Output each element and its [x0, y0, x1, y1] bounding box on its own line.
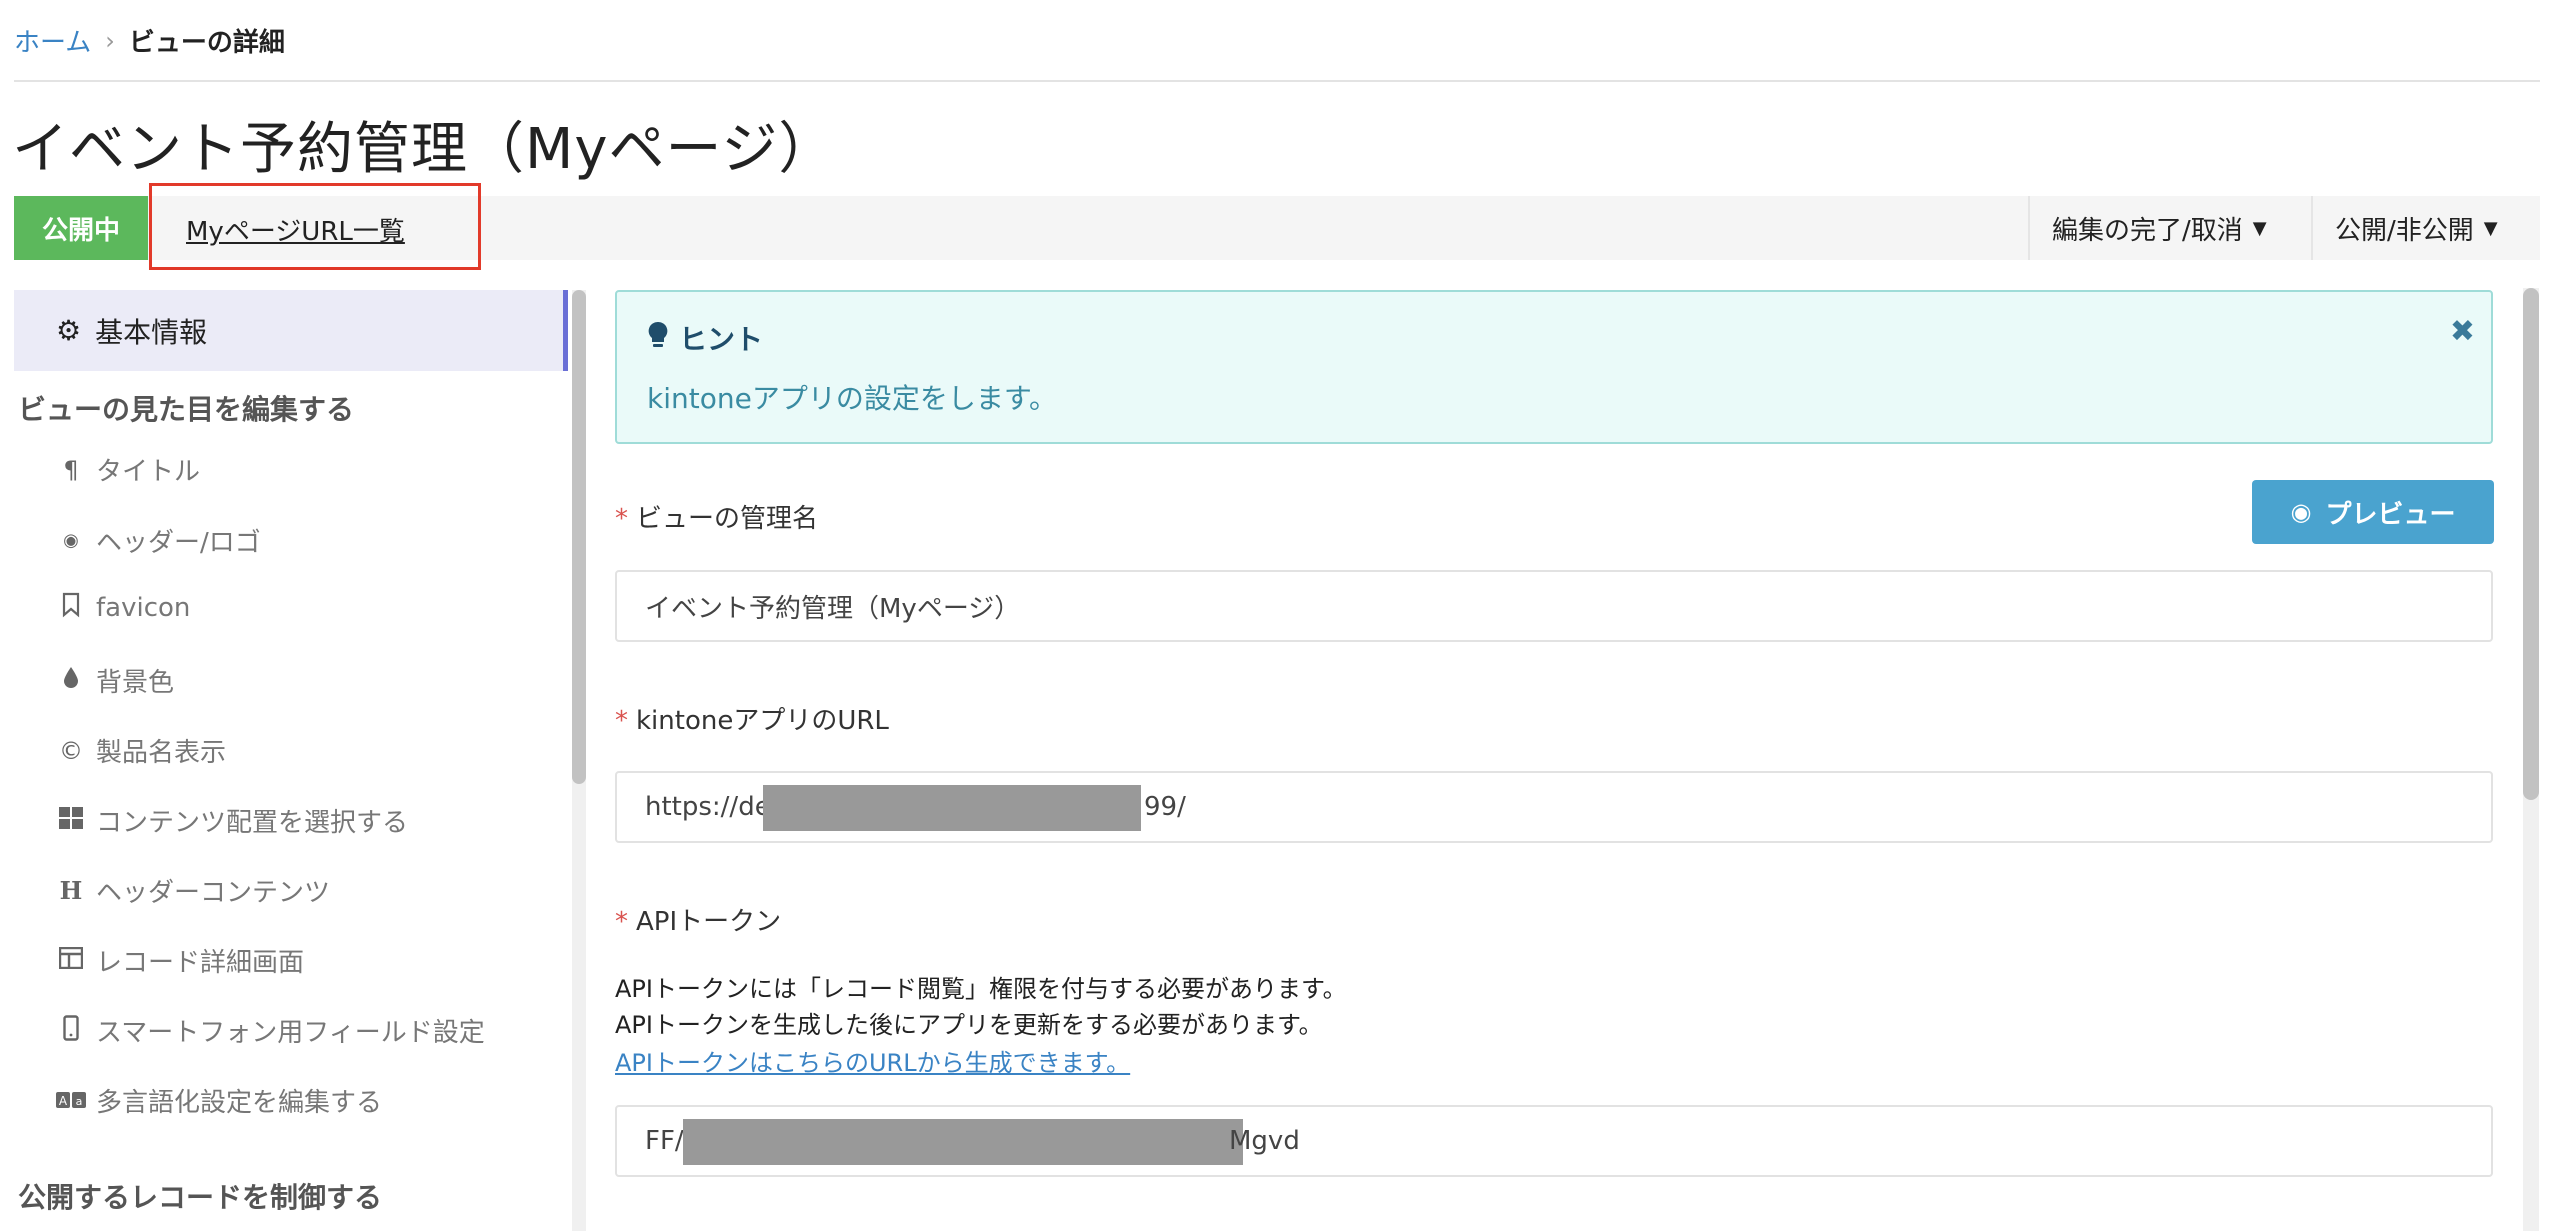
gear-icon: ⚙ — [56, 314, 82, 347]
sidebar-item-header-content[interactable]: H ヘッダーコンテンツ — [56, 872, 330, 909]
edit-complete-dropdown[interactable]: 編集の完了/取消 ▼ — [2028, 196, 2311, 260]
caret-down-icon: ▼ — [2252, 217, 2267, 239]
sidebar-item-product-name[interactable]: © 製品名表示 — [56, 732, 226, 769]
page-title: イベント予約管理（Myページ） — [12, 117, 836, 182]
breadcrumb-home-link[interactable]: ホーム — [14, 22, 91, 59]
settings-sidebar: ⚙ 基本情報 ビューの見た目を編集する ¶ タイトル ◉ ヘッダー/ロゴ fav… — [14, 290, 568, 1231]
bookmark-icon — [56, 592, 86, 624]
api-token-help-line2: APIトークンを生成した後にアプリを更新をする必要があります。 — [615, 1011, 1323, 1039]
sidebar-scrollbar[interactable] — [572, 290, 586, 1231]
api-token-value-start: FF/ — [645, 1126, 684, 1156]
edit-complete-dropdown-label: 編集の完了/取消 — [2052, 215, 2243, 246]
view-name-label: * ビューの管理名 — [615, 498, 818, 535]
main-scrollbar[interactable] — [2523, 288, 2539, 1231]
grid-icon — [56, 806, 86, 835]
breadcrumb-current: ビューの詳細 — [128, 28, 285, 58]
publish-toggle-dropdown[interactable]: 公開/非公開 ▼ — [2311, 196, 2540, 260]
sidebar-item-label: タイトル — [96, 457, 201, 487]
hint-text: kintoneアプリの設定をします。 — [647, 382, 1058, 415]
view-toolbar: 公開中 MyページURL一覧 編集の完了/取消 ▼ 公開/非公開 ▼ — [14, 196, 2540, 260]
sidebar-item-label: 製品名表示 — [96, 738, 227, 768]
copyright-icon: © — [59, 736, 83, 765]
app-url-label: * kintoneアプリのURL — [615, 700, 889, 737]
main-scrollbar-thumb[interactable] — [2523, 288, 2539, 800]
preview-button-label: プレビュー — [2325, 499, 2456, 530]
sidebar-item-favicon[interactable]: favicon — [56, 592, 190, 624]
sidebar-section-records: 公開するレコードを制御する — [18, 1181, 383, 1214]
view-name-label-text: ビューの管理名 — [636, 504, 819, 534]
publish-toggle-dropdown-label: 公開/非公開 — [2335, 215, 2474, 246]
sidebar-item-basic-info[interactable]: ⚙ 基本情報 — [14, 290, 568, 371]
header-divider — [14, 80, 2540, 82]
sidebar-item-label: コンテンツ配置を選択する — [96, 808, 409, 838]
sidebar-item-label: ヘッダー/ロゴ — [96, 528, 261, 558]
api-token-generate-link[interactable]: APIトークンはこちらのURLから生成できます。 — [615, 1043, 1130, 1078]
sidebar-item-label: favicon — [96, 593, 191, 623]
sidebar-scrollbar-thumb[interactable] — [572, 290, 586, 784]
required-marker: * — [615, 504, 628, 534]
sidebar-item-label: 基本情報 — [95, 315, 208, 349]
svg-text:a: a — [76, 1095, 83, 1108]
status-badge: 公開中 — [14, 196, 148, 260]
droplet-icon — [56, 666, 86, 696]
sidebar-item-content-layout[interactable]: コンテンツ配置を選択する — [56, 802, 408, 839]
table-icon — [56, 946, 86, 975]
app-url-value-end: 99/ — [1144, 792, 1186, 822]
header-icon: H — [59, 876, 83, 905]
api-token-label-text: APIトークン — [636, 907, 782, 937]
redacted-block — [763, 785, 1141, 831]
view-name-input[interactable]: イベント予約管理（Myページ） — [615, 570, 2493, 642]
app-url-label-text: kintoneアプリのURL — [636, 706, 889, 736]
sidebar-item-label: レコード詳細画面 — [96, 948, 305, 978]
app-url-input[interactable]: https://de 99/ — [615, 771, 2493, 843]
mobile-icon — [56, 1014, 86, 1047]
api-token-help-line1: APIトークンには「レコード閲覧」権限を付与する必要があります。 — [615, 975, 1347, 1003]
api-token-input[interactable]: FF/ Mgvd — [615, 1105, 2493, 1177]
hint-title-text: ヒント — [679, 323, 764, 356]
eye-icon: ◉ — [63, 530, 79, 551]
caret-down-icon: ▼ — [2483, 217, 2498, 239]
chevron-right-icon: › — [105, 26, 115, 55]
required-marker: * — [615, 907, 628, 937]
sidebar-item-label: ヘッダーコンテンツ — [96, 878, 331, 908]
close-icon[interactable]: ✖ — [2450, 314, 2475, 349]
api-token-label: * APIトークン — [615, 901, 781, 938]
preview-button[interactable]: ◉ プレビュー — [2252, 480, 2494, 544]
sidebar-item-label: スマートフォン用フィールド設定 — [96, 1018, 485, 1048]
mypage-url-list-link[interactable]: MyページURL一覧 — [186, 211, 405, 248]
sidebar-item-label: 多言語化設定を編集する — [96, 1088, 383, 1118]
paragraph-icon: ¶ — [63, 455, 79, 484]
breadcrumb: ホーム › ビューの詳細 — [14, 22, 285, 59]
hint-panel: ヒント kintoneアプリの設定をします。 ✖ — [615, 290, 2493, 444]
sidebar-item-multilanguage[interactable]: Aa 多言語化設定を編集する — [56, 1082, 382, 1119]
hint-title: ヒント — [647, 318, 763, 358]
app-url-value-start: https://de — [645, 792, 771, 822]
redacted-block — [683, 1119, 1243, 1165]
sidebar-item-background-color[interactable]: 背景色 — [56, 662, 174, 699]
sidebar-item-title[interactable]: ¶ タイトル — [56, 451, 200, 488]
required-marker: * — [615, 706, 628, 736]
language-icon: Aa — [56, 1087, 86, 1115]
eye-icon: ◉ — [2290, 498, 2312, 526]
sidebar-item-header-logo[interactable]: ◉ ヘッダー/ロゴ — [56, 522, 261, 559]
sidebar-item-smartphone-fields[interactable]: スマートフォン用フィールド設定 — [56, 1012, 485, 1049]
api-token-value-end: Mgvd — [1229, 1126, 1300, 1156]
sidebar-section-appearance: ビューの見た目を編集する — [18, 393, 355, 426]
lightbulb-icon — [647, 321, 669, 356]
sidebar-item-label: 背景色 — [96, 668, 175, 698]
svg-text:A: A — [59, 1094, 68, 1108]
sidebar-item-record-detail[interactable]: レコード詳細画面 — [56, 942, 304, 979]
